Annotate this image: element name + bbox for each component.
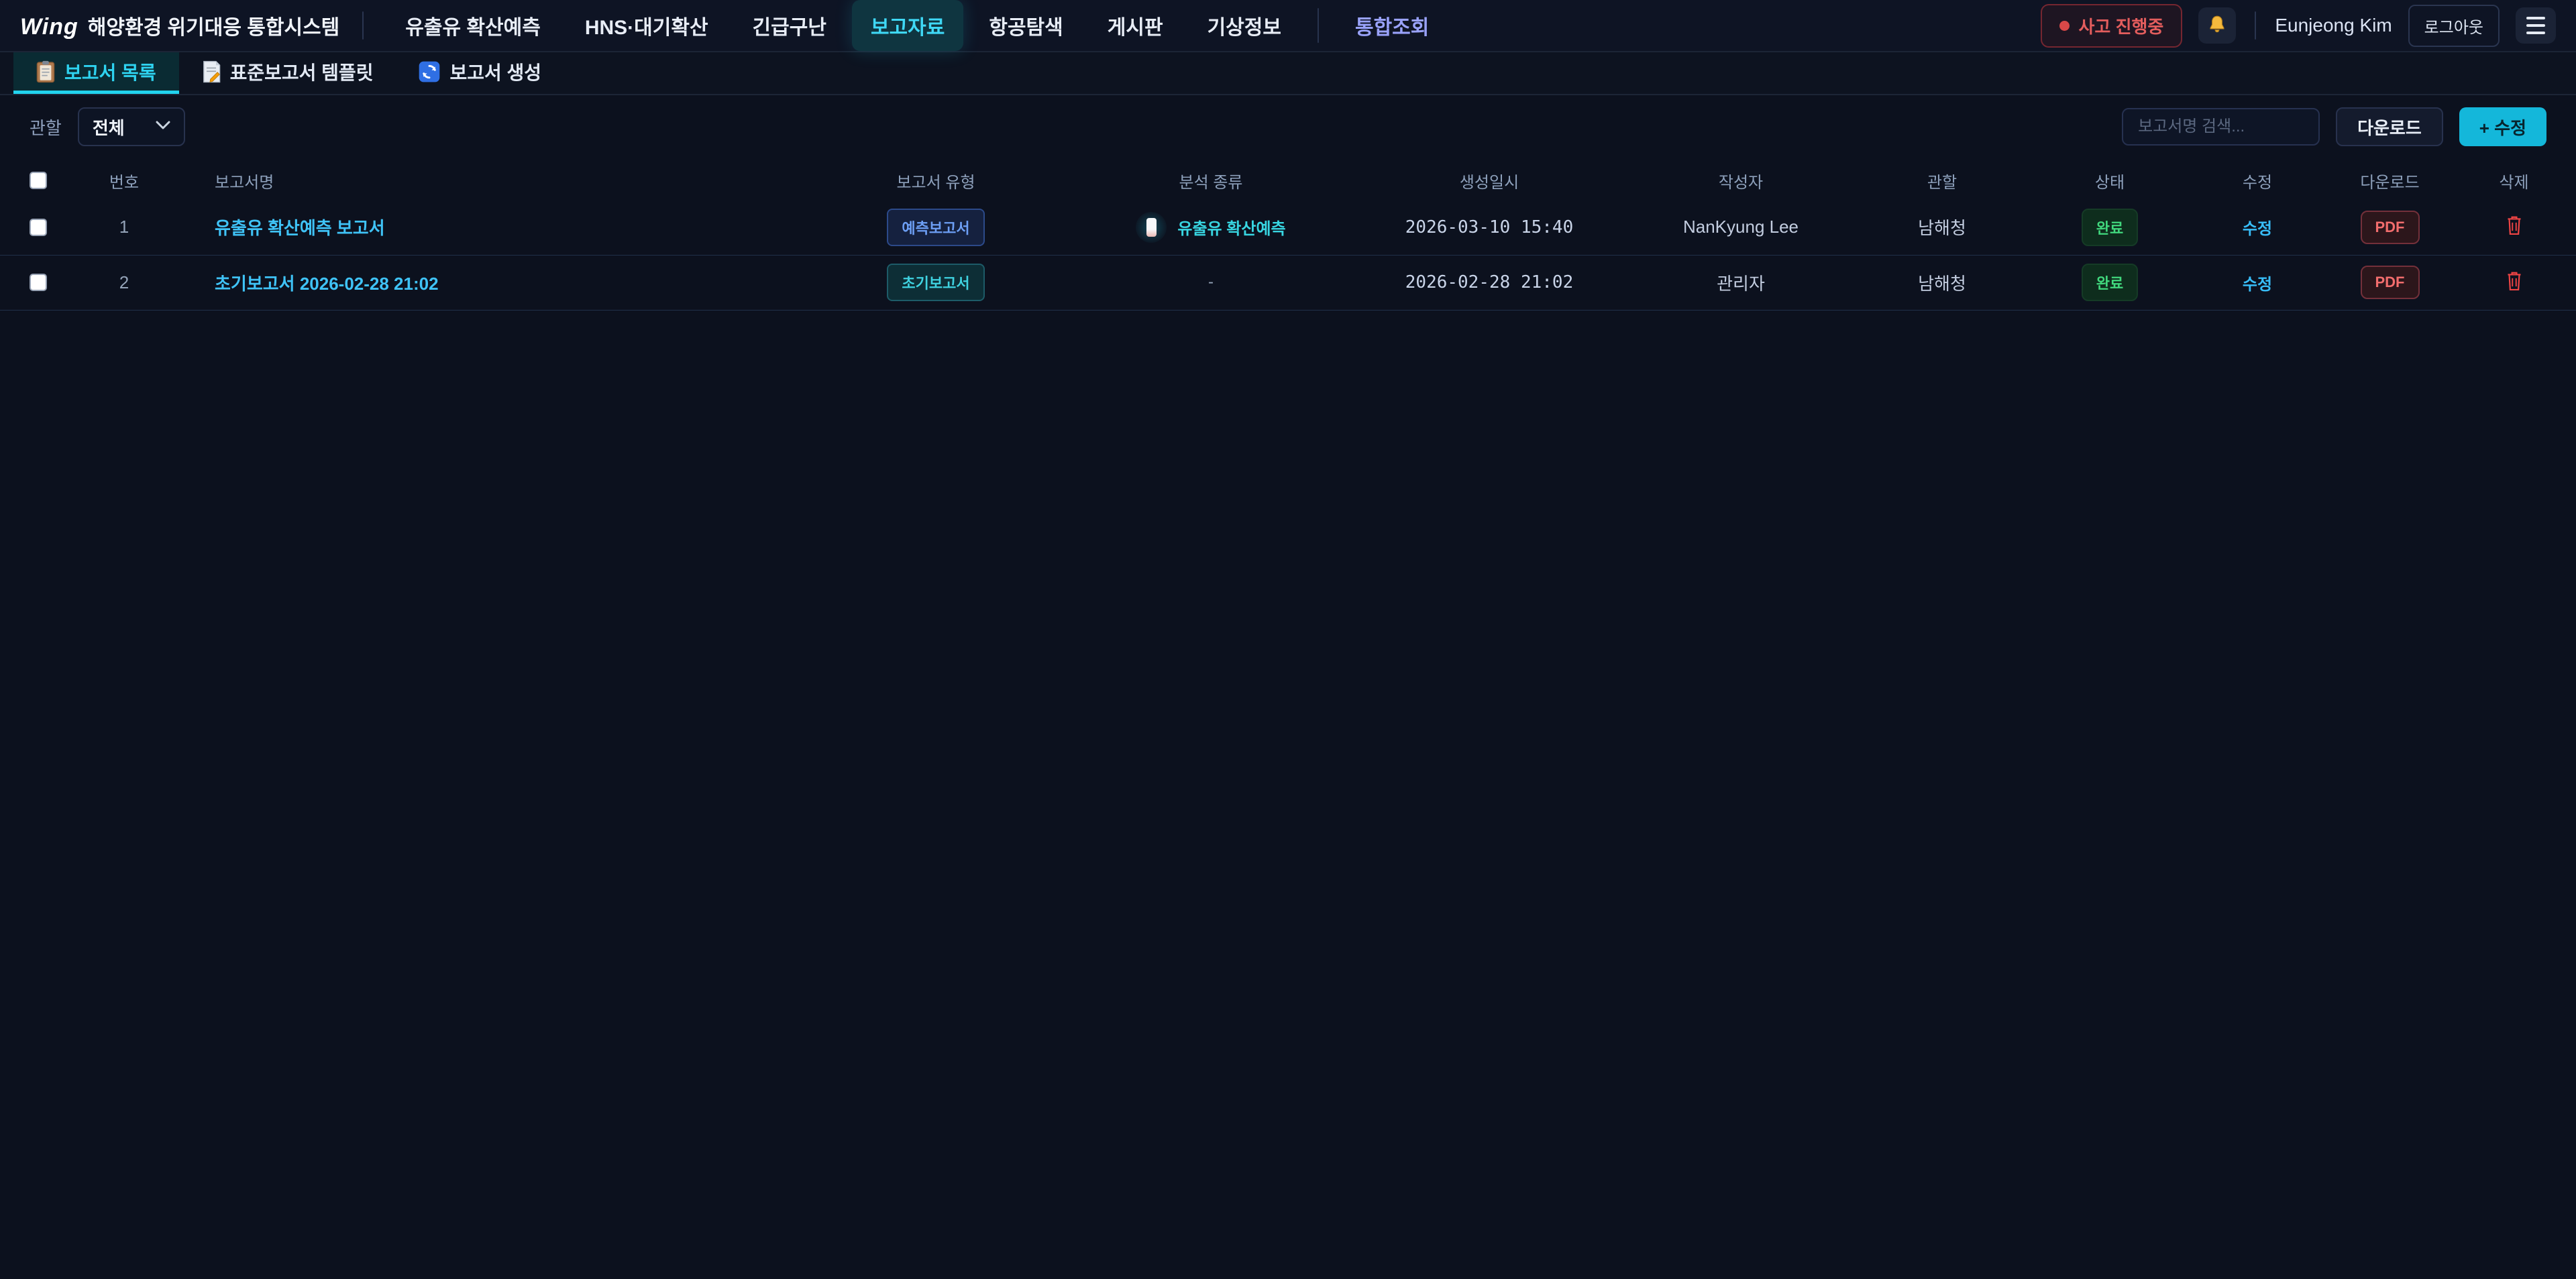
report-table: 번호 보고서명 보고서 유형 분석 종류 생성일시 작성자 관할 상태 수정 다… [0,161,2576,311]
author: NanKyung Lee [1630,200,1851,255]
divider [362,11,364,40]
delete-button[interactable] [2507,271,2522,293]
create-button[interactable]: + 수정 [2459,107,2546,146]
logout-button[interactable]: 로그아웃 [2408,5,2500,47]
tab-label: 표준보고서 템플릿 [230,58,374,85]
row-checkbox[interactable] [30,219,47,236]
pdf-download-button[interactable]: PDF [2361,266,2420,299]
nav-item-board[interactable]: 게시판 [1089,0,1182,51]
nav-item-hns[interactable]: HNS·대기확산 [566,0,727,51]
report-tabbar: 보고서 목록 표준보고서 템플릿 보고서 생성 [0,52,2576,95]
row-checkbox[interactable] [30,274,47,291]
select-all-checkbox[interactable] [30,172,47,189]
filter-bar: 관할 전체 다운로드 + 수정 [0,95,2576,156]
created-datetime: 2026-02-28 21:02 [1348,255,1630,310]
trash-icon [2507,283,2522,293]
report-search-input[interactable] [2122,108,2320,146]
brand-mark: Wing [20,14,78,40]
edit-link[interactable]: 수정 [2243,276,2272,294]
incident-status-badge: 사고 진행중 [2041,4,2183,48]
divider [1318,8,1319,43]
col-header-status: 상태 [2033,161,2187,200]
report-type-badge: 초기보고서 [887,264,984,301]
col-header-no: 번호 [74,161,174,200]
col-header-download: 다운로드 [2328,161,2452,200]
tab-standard-template[interactable]: 표준보고서 템플릿 [179,52,396,94]
col-header-analysis: 분석 종류 [1073,161,1348,200]
status-badge: 완료 [2082,209,2138,246]
edit-link[interactable]: 수정 [2243,220,2272,238]
jurisdiction-value: 전체 [93,115,125,140]
tab-label: 보고서 생성 [449,58,541,85]
table-header-row: 번호 보고서명 보고서 유형 분석 종류 생성일시 작성자 관할 상태 수정 다… [0,161,2576,200]
author: 관리자 [1630,255,1851,310]
chevron-down-icon [156,121,170,133]
col-header-type: 보고서 유형 [798,161,1073,200]
table-row: 1 유출유 확산예측 보고서 예측보고서 유출유 확산예측 2026-03-10… [0,200,2576,255]
col-header-created: 생성일시 [1348,161,1630,200]
report-type-badge: 예측보고서 [887,209,984,246]
top-navbar: Wing 해양환경 위기대응 통합시스템 유출유 확산예측 HNS·대기확산 긴… [0,0,2576,52]
jurisdiction: 남해청 [1851,255,2033,310]
nav-item-rescue[interactable]: 긴급구난 [734,0,845,51]
user-name: Eunjeong Kim [2275,15,2392,36]
table-row: 2 초기보고서 2026-02-28 21:02 초기보고서 - 2026-02… [0,255,2576,310]
incident-dot-icon [2059,21,2070,31]
analysis-label: 유출유 확산예측 [1177,215,1285,239]
refresh-icon [419,61,440,82]
delete-button[interactable] [2507,215,2522,237]
row-number: 1 [74,200,174,255]
trash-icon [2507,227,2522,237]
app-logo: Wing 해양환경 위기대응 통합시스템 [20,11,339,40]
nav-item-aerial-search[interactable]: 항공탐색 [970,0,1081,51]
tab-label: 보고서 목록 [64,58,156,85]
tab-report-list[interactable]: 보고서 목록 [13,52,179,94]
jurisdiction: 남해청 [1851,200,2033,255]
nav-item-weather[interactable]: 기상정보 [1189,0,1300,51]
download-button[interactable]: 다운로드 [2336,107,2443,146]
pdf-download-button[interactable]: PDF [2361,211,2420,244]
hamburger-icon [2526,17,2545,34]
analysis-type: - [1208,273,1214,291]
app-title: 해양환경 위기대응 통합시스템 [88,11,339,40]
main-nav: 유출유 확산예측 HNS·대기확산 긴급구난 보고자료 항공탐색 게시판 기상정… [386,0,1448,51]
row-number: 2 [74,255,174,310]
col-header-name: 보고서명 [174,161,798,200]
col-header-edit: 수정 [2187,161,2328,200]
bell-icon [2206,13,2229,38]
nav-item-reports[interactable]: 보고자료 [852,0,963,51]
jurisdiction-label: 관할 [30,115,62,140]
jurisdiction-select[interactable]: 전체 [78,107,185,146]
navbar-right: 사고 진행중 Eunjeong Kim 로그아웃 [2041,4,2557,48]
divider [2255,11,2256,40]
incident-label: 사고 진행중 [2079,13,2164,38]
col-header-delete: 삭제 [2452,161,2576,200]
analysis-type: 유출유 확산예측 [1136,212,1285,243]
nav-item-oil-spill[interactable]: 유출유 확산예측 [386,0,559,51]
created-datetime: 2026-03-10 15:40 [1348,200,1630,255]
col-header-jurisdiction: 관할 [1851,161,2033,200]
col-header-author: 작성자 [1630,161,1851,200]
report-name-link[interactable]: 유출유 확산예측 보고서 [215,218,385,238]
menu-button[interactable] [2516,7,2556,44]
nav-item-integrated-search[interactable]: 통합조회 [1336,0,1448,51]
status-badge: 완료 [2082,264,2138,301]
memo-icon [202,60,221,83]
report-name-link[interactable]: 초기보고서 2026-02-28 21:02 [215,274,439,294]
clipboard-icon [36,60,55,83]
tab-report-create[interactable]: 보고서 생성 [396,52,564,94]
oil-drum-icon [1136,212,1167,243]
notifications-button[interactable] [2198,7,2236,44]
